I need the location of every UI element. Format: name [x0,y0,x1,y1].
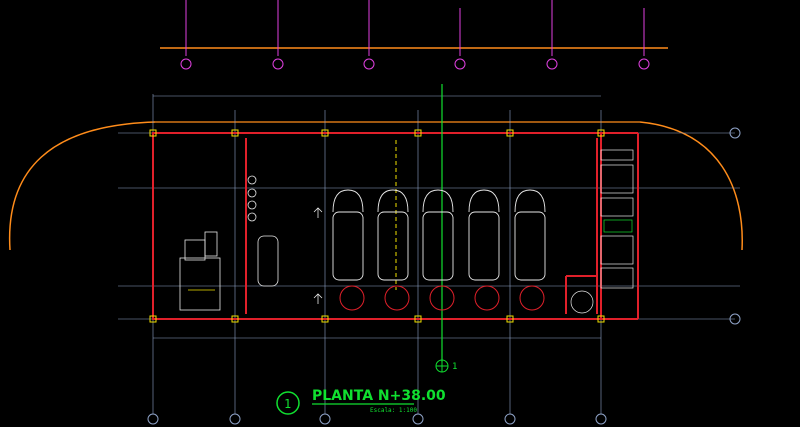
bottom-grid-bubbles [147,127,741,425]
section-mark-label: 1 [452,362,457,372]
grid-bubble-icon [180,58,192,70]
title-block: 1 PLANTA N+38.00 Escala: 1:100 [276,388,446,415]
grid-bubble-icon [229,413,241,425]
grid-bubble-icon [272,58,284,70]
grid-bubble-icon [546,58,558,70]
column-grid [118,94,740,414]
drawing-title: PLANTA N+38.00 [312,388,446,404]
grid-bubble-icon [363,58,375,70]
view-number: 1 [284,397,291,411]
cad-drawing-canvas: 1 1 PLANTA N+38.00 Escala: 1:100 [8,0,743,425]
grid-bubble-icon [412,413,424,425]
grid-bubble-icon [319,413,331,425]
grid-bubble-icon [595,413,607,425]
grid-bubble-icon [638,58,650,70]
grid-bubble-icon [454,58,466,70]
drawing-scale: Escala: 1:100 [370,407,417,414]
section-arrow-icon [435,359,449,373]
north-arrow-icon [313,207,323,304]
top-grid-leaders [160,0,668,56]
left-equipment [179,175,279,311]
structural-columns [149,129,605,323]
vehicle-bays [332,189,546,281]
grid-bubble-icon [147,413,159,425]
top-grid-bubbles [180,58,650,70]
grid-bubble-icon [504,413,516,425]
